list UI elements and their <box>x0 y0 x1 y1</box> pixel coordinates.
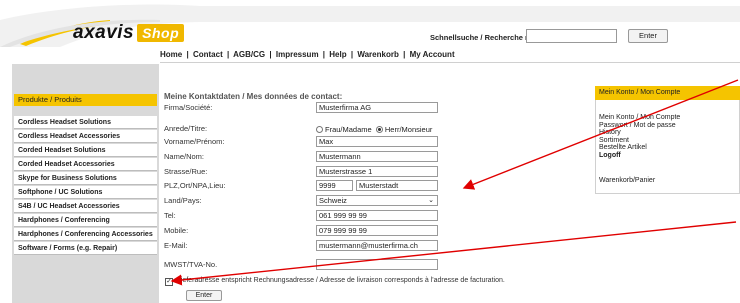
company-field[interactable]: Musterfirma AG <box>316 102 438 113</box>
sidebar-item-s4b-uc-accessories[interactable]: S4B / UC Headset Accessories <box>14 200 157 213</box>
quick-search-enter-button[interactable]: Enter <box>628 29 668 43</box>
email-field[interactable]: mustermann@musterfirma.ch <box>316 240 438 251</box>
form-title: Meine Kontaktdaten / Mes données de cont… <box>164 92 343 101</box>
salutation-radio-herr[interactable] <box>375 126 383 133</box>
account-link-logoff[interactable]: Logoff <box>599 152 680 160</box>
logo-text: axavis <box>73 22 135 43</box>
nav-contact[interactable]: Contact <box>193 50 223 59</box>
sidebar-item-skype-for-business[interactable]: Skype for Business Solutions <box>14 172 157 185</box>
account-link-history[interactable]: History <box>599 129 680 137</box>
annotation-arrow-to-checkbox <box>170 221 737 286</box>
sidebar-category-list: Cordless Headset Solutions Cordless Head… <box>14 116 157 256</box>
account-link-my-account[interactable]: Mein Konto / Mon Compte <box>599 114 680 122</box>
mobile-label: Mobile: <box>164 226 189 235</box>
nav-divider <box>160 62 740 63</box>
lastname-label: Name/Nom: <box>164 152 205 161</box>
lastname-field[interactable]: Mustermann <box>316 151 438 162</box>
chevron-down-icon: ⌄ <box>428 197 434 204</box>
sidebar-item-software-forms[interactable]: Software / Forms (e.g. Repair) <box>14 242 157 255</box>
nav-impressum[interactable]: Impressum <box>276 50 319 59</box>
account-link-sortiment[interactable]: Sortiment <box>599 137 680 145</box>
street-field[interactable]: Musterstrasse 1 <box>316 166 438 177</box>
nav-warenkorb[interactable]: Warenkorb <box>357 50 399 59</box>
country-selected-value: Schweiz <box>319 196 347 205</box>
nav-agb[interactable]: AGB/CG <box>233 50 265 59</box>
sidebar-item-corded-headset-solutions[interactable]: Corded Headset Solutions <box>14 144 157 157</box>
vat-field[interactable] <box>316 259 438 270</box>
salutation-option-frau: Frau/Madame <box>325 125 372 134</box>
logo-shop-badge: Shop <box>137 24 185 42</box>
email-label: E-Mail: <box>164 241 188 250</box>
submit-enter-button[interactable]: Enter <box>186 290 222 301</box>
salutation-radio-frau[interactable] <box>316 126 323 133</box>
firstname-label: Vorname/Prénom: <box>164 137 225 146</box>
nav-separator: | <box>403 50 406 59</box>
sidebar-item-cordless-headset-solutions[interactable]: Cordless Headset Solutions <box>14 116 157 129</box>
account-link-cart[interactable]: Warenkorb/Panier <box>599 177 655 184</box>
salutation-radio-group: Frau/Madame Herr/Monsieur <box>316 124 432 135</box>
nav-separator: | <box>226 50 230 59</box>
account-box-title: Mein Konto / Mon Compte <box>595 86 740 100</box>
brand-logo[interactable]: axavis Shop <box>73 22 185 44</box>
tel-label: Tel: <box>164 211 176 220</box>
sidebar-item-corded-headset-accessories[interactable]: Corded Headset Accessories <box>14 158 157 171</box>
mobile-field[interactable]: 079 999 99 99 <box>316 225 438 236</box>
salutation-option-herr: Herr/Monsieur <box>384 125 433 134</box>
company-label: Firma/Société: <box>164 103 213 112</box>
nav-help[interactable]: Help <box>329 50 346 59</box>
top-nav: Home | Contact | AGB/CG | Impressum | He… <box>160 50 455 59</box>
firstname-field[interactable]: Max <box>316 136 438 147</box>
nav-separator: | <box>186 50 189 59</box>
nav-my-account[interactable]: My Account <box>410 50 455 59</box>
salutation-label: Anrede/Titre: <box>164 124 208 133</box>
zip-field[interactable]: 9999 <box>316 180 353 191</box>
country-label: Land/Pays: <box>164 196 202 205</box>
city-field[interactable]: Musterstadt <box>356 180 438 191</box>
sidebar-item-products[interactable]: Produkte / Produits <box>14 94 157 106</box>
nav-separator: | <box>350 50 354 59</box>
country-select[interactable]: Schweiz ⌄ <box>316 195 438 206</box>
account-link-ordered-items[interactable]: Bestellte Artikel <box>599 144 680 152</box>
city-label: PLZ,Ort/NPA,Lieu: <box>164 181 226 190</box>
account-link-password[interactable]: Passwort / Mot de passe <box>599 122 680 130</box>
sidebar-item-cordless-headset-accessories[interactable]: Cordless Headset Accessories <box>14 130 157 143</box>
street-label: Strasse/Rue: <box>164 167 208 176</box>
nav-separator: | <box>322 50 326 59</box>
nav-separator: | <box>269 50 272 59</box>
account-links: Mein Konto / Mon Compte Passwort / Mot d… <box>599 114 680 159</box>
sidebar-item-hardphones-conferencing[interactable]: Hardphones / Conferencing <box>14 214 157 227</box>
tel-field[interactable]: 061 999 99 99 <box>316 210 438 221</box>
nav-home[interactable]: Home <box>160 50 182 59</box>
sidebar-item-hardphones-conferencing-accessories[interactable]: Hardphones / Conferencing Accessories <box>14 228 157 241</box>
quick-search-input[interactable] <box>526 29 617 43</box>
delivery-address-checkbox[interactable]: ✓ <box>165 278 173 286</box>
delivery-address-label: Lieferadresse entspricht Rechnungsadress… <box>177 277 505 284</box>
site-header: axavis Shop Schnellsuche / Recherche rapi… <box>0 0 740 47</box>
vat-label: MWST/TVA-No. <box>164 260 218 269</box>
sidebar-item-softphone-uc[interactable]: Softphone / UC Solutions <box>14 186 157 199</box>
